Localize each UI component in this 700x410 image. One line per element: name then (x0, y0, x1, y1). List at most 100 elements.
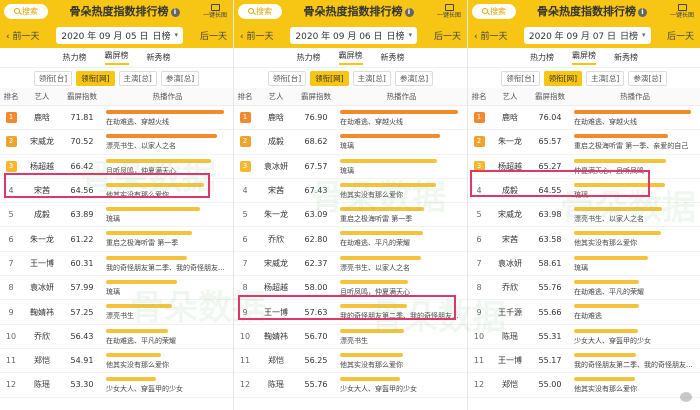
chart-type-tab[interactable]: 新秀榜 (381, 52, 405, 63)
chart-type-tab[interactable]: 霸屏榜 (572, 50, 596, 65)
artist-name[interactable]: 袁冰妍 (490, 258, 530, 269)
artist-name[interactable]: 乔欣 (256, 234, 296, 245)
role-type-tab[interactable]: 主演[总] (586, 70, 625, 86)
artist-name[interactable]: 袁冰妍 (256, 161, 296, 172)
role-type-tab[interactable]: 参演[总] (628, 70, 667, 86)
artist-name[interactable]: 宋茜 (256, 185, 296, 196)
table-row[interactable]: 4 成毅 64.55 琉璃 (468, 179, 700, 204)
table-row[interactable]: 11 郑恺 54.91 他其实没有那么爱你 (0, 349, 233, 374)
table-row[interactable]: 2 宋威龙 70.52 漂亮书生、以家人之名 (0, 130, 233, 155)
prev-day-button[interactable]: ‹ 前一天 (240, 29, 273, 42)
info-icon[interactable]: i (638, 7, 647, 17)
table-row[interactable]: 6 朱一龙 61.22 重启之极海听雷 第一季 (0, 227, 233, 252)
role-type-tab[interactable]: 领衔[台] (501, 70, 540, 86)
artist-name[interactable]: 鞠婧祎 (22, 307, 62, 318)
share-long-image-button[interactable]: 一键长图 (435, 3, 463, 19)
table-row[interactable]: 6 宋茜 63.58 他其实没有那么爱你 (468, 227, 700, 252)
artist-name[interactable]: 乔欣 (22, 331, 62, 342)
role-type-tab[interactable]: 主演[总] (352, 70, 391, 86)
chart-type-tab[interactable]: 热力榜 (297, 52, 321, 63)
artist-name[interactable]: 成毅 (22, 209, 62, 220)
info-icon[interactable]: i (404, 7, 414, 17)
chart-type-tab[interactable]: 新秀榜 (147, 52, 171, 63)
artist-name[interactable]: 宋威龙 (22, 136, 62, 147)
artist-name[interactable]: 杨超越 (490, 161, 530, 172)
artist-name[interactable]: 王千源 (490, 307, 530, 318)
search-button[interactable]: 搜索 (472, 3, 516, 19)
table-row[interactable]: 12 郑恺 55.00 他其实没有那么爱你 (468, 373, 700, 398)
prev-day-button[interactable]: ‹ 前一天 (6, 29, 39, 42)
table-row[interactable]: 5 朱一龙 63.09 重启之极海听雷 第一季 (234, 203, 467, 228)
table-row[interactable]: 4 宋茜 67.43 他其实没有那么爱你 (234, 179, 467, 204)
artist-name[interactable]: 朱一龙 (490, 136, 530, 147)
chart-type-tab[interactable]: 霸屏榜 (338, 50, 363, 65)
role-type-tab[interactable]: 领衔[台] (267, 70, 307, 86)
artist-name[interactable]: 陈瑶 (22, 379, 62, 390)
table-row[interactable]: 3 袁冰妍 67.57 琉璃 (234, 155, 467, 179)
table-row[interactable]: 10 鞠婧祎 56.70 漂亮书生 (234, 325, 467, 349)
info-icon[interactable]: i (170, 7, 180, 17)
share-long-image-button[interactable]: 一键长图 (668, 3, 696, 19)
artist-name[interactable]: 杨超越 (256, 282, 296, 293)
artist-name[interactable]: 成毅 (490, 185, 530, 196)
chart-type-tab[interactable]: 新秀榜 (614, 52, 638, 63)
table-row[interactable]: 1 鹿晗 76.90 在劫难逃、穿越火线 (234, 106, 467, 131)
table-row[interactable]: 3 杨超越 66.42 且听凤鸣，仲夏满天心 (0, 155, 233, 179)
table-row[interactable]: 8 袁冰妍 57.99 琉璃 (0, 276, 233, 301)
table-row[interactable]: 2 朱一龙 65.57 重启之极海听雷 第一季、亲爱的自己 (468, 130, 700, 155)
date-picker[interactable]: 2020 年 09 月 07 日日榜 ▾ (523, 26, 651, 44)
chart-type-tab[interactable]: 热力榜 (63, 52, 87, 63)
table-row[interactable]: 3 杨超越 65.27 仲夏满天心、且听凤鸣 (468, 155, 700, 179)
role-type-tab[interactable]: 领衔[台] (33, 70, 73, 86)
table-row[interactable]: 7 王一博 60.31 我的奇怪朋友第二季、我的奇怪朋友... (0, 252, 233, 277)
artist-name[interactable]: 鹿晗 (256, 112, 296, 123)
date-picker[interactable]: 2020 年 09 月 05 日日榜 ▾ (56, 26, 184, 44)
table-row[interactable]: 9 王千源 55.66 在劫难逃 (468, 300, 700, 325)
artist-name[interactable]: 郑恺 (22, 355, 62, 366)
artist-name[interactable]: 陈瑶 (490, 331, 530, 342)
artist-name[interactable]: 杨超越 (22, 161, 62, 172)
table-row[interactable]: 10 乔欣 56.43 在劫难逃、平凡的荣耀 (0, 325, 233, 349)
artist-name[interactable]: 朱一龙 (256, 209, 296, 220)
table-row[interactable]: 8 杨超越 58.00 且听凤鸣，仲夏满天心 (234, 276, 467, 301)
prev-day-button[interactable]: ‹ 前一天 (474, 29, 507, 42)
role-type-tab[interactable]: 参演[总] (160, 70, 200, 86)
chart-type-tab[interactable]: 热力榜 (530, 52, 554, 63)
table-row[interactable]: 5 成毅 63.89 琉璃 (0, 203, 233, 228)
table-row[interactable]: 12 陈瑶 53.30 少女大人、穿盔甲的少女 (0, 373, 233, 398)
table-row[interactable]: 11 郑恺 56.25 他其实没有那么爱你 (234, 349, 467, 374)
table-row[interactable]: 7 袁冰妍 58.61 琉璃 (468, 252, 700, 277)
artist-name[interactable]: 朱一龙 (22, 234, 62, 245)
table-row[interactable]: 9 鞠婧祎 57.25 漂亮书生 (0, 300, 233, 325)
artist-name[interactable]: 郑恺 (256, 355, 296, 366)
table-row[interactable]: 1 鹿晗 71.81 在劫难逃、穿越火线 (0, 106, 233, 131)
chart-type-tab[interactable]: 霸屏榜 (104, 50, 129, 65)
search-button[interactable]: 搜索 (4, 3, 48, 19)
search-button[interactable]: 搜索 (238, 3, 282, 19)
table-row[interactable]: 2 成毅 68.62 琉璃 (234, 130, 467, 155)
role-type-tab[interactable]: 主演[总] (118, 70, 157, 86)
artist-name[interactable]: 宋茜 (22, 185, 62, 196)
artist-name[interactable]: 成毅 (256, 136, 296, 147)
artist-name[interactable]: 鹿晗 (490, 112, 530, 123)
artist-name[interactable]: 乔欣 (490, 282, 530, 293)
artist-name[interactable]: 鞠婧祎 (256, 331, 296, 342)
table-row[interactable]: 8 乔欣 55.76 在劫难逃、平凡的荣耀 (468, 276, 700, 301)
role-type-tab[interactable]: 领衔[网] (310, 70, 349, 86)
table-row[interactable]: 10 陈瑶 55.31 少女大人、穿盔甲的少女 (468, 325, 700, 349)
role-type-tab[interactable]: 领衔[网] (543, 70, 582, 86)
artist-name[interactable]: 袁冰妍 (22, 282, 62, 293)
artist-name[interactable]: 鹿晗 (22, 112, 62, 123)
table-row[interactable]: 5 宋威龙 63.98 漂亮书生、以家人之名 (468, 203, 700, 228)
role-type-tab[interactable]: 参演[总] (394, 70, 434, 86)
share-long-image-button[interactable]: 一键长图 (201, 3, 229, 19)
next-day-button[interactable]: 后一天 (434, 29, 461, 42)
table-row[interactable]: 12 陈瑶 55.76 少女大人、穿盔甲的少女 (234, 373, 467, 398)
table-row[interactable]: 9 王一博 57.63 我的奇怪朋友第二季、我的奇怪朋友... (234, 300, 467, 325)
table-row[interactable]: 4 宋茜 64.56 他其实没有那么爱你 (0, 179, 233, 204)
artist-name[interactable]: 郑恺 (490, 379, 530, 390)
role-type-tab[interactable]: 领衔[网] (76, 70, 115, 86)
artist-name[interactable]: 王一博 (256, 307, 296, 318)
artist-name[interactable]: 王一博 (22, 258, 62, 269)
next-day-button[interactable]: 后一天 (667, 29, 694, 42)
